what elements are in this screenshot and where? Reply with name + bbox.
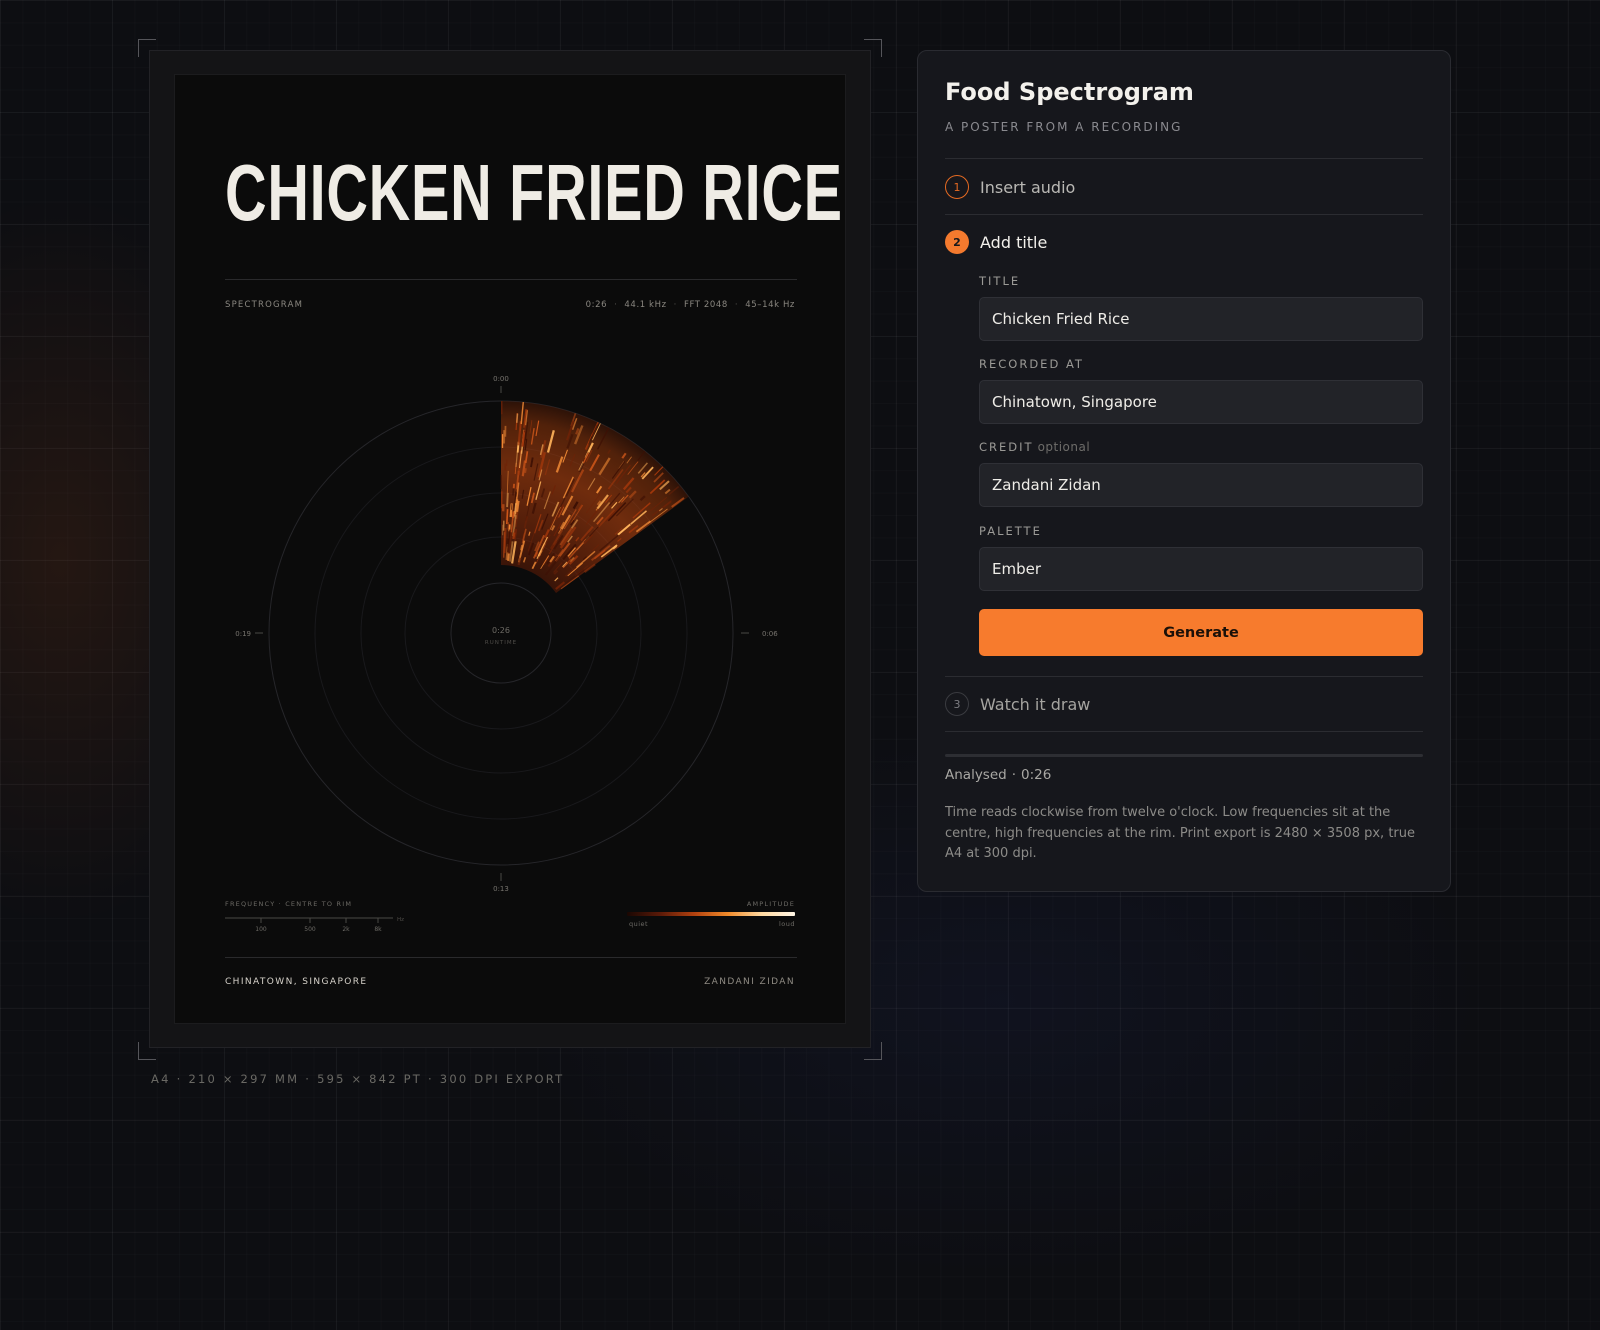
format-paper: A4 [151,1072,171,1086]
recorded-at-input[interactable] [979,380,1423,424]
spectrogram-streak [516,413,519,423]
analysed-label: Analysed [945,767,1007,783]
spectrogram-streak [506,538,509,547]
control-panel: Food Spectrogram A POSTER FROM A RECORDI… [917,50,1451,892]
amplitude-label: AMPLITUDE [746,900,795,908]
poster: CHICKEN FRIED RICE SPECTROGRAM 0:26 · 44.1… [174,74,846,1024]
generate-button[interactable]: Generate [979,609,1423,656]
optional-hint: optional [1037,440,1091,454]
crop-mark-bottom-left [138,1042,156,1060]
crop-mark-bottom-right [864,1042,882,1060]
spectrogram-streak [520,544,524,551]
spectrogram-streak [507,553,510,562]
title-field-label: TITLE [979,274,1021,288]
time-mark-right: 0:06 [762,630,778,638]
spectrogram-streak [509,532,512,540]
credit-field-label: CREDIT optional [979,440,1090,454]
frequency-tick-label: 2k [342,926,350,933]
draw-progress-track [945,754,1423,757]
crop-mark-top-left [138,39,156,57]
center-runtime-value: 0:26 [492,626,510,635]
palette-select[interactable] [979,547,1423,591]
spectrogram-streak [514,492,517,497]
step-label: Insert audio [980,177,1076,197]
panel-subtitle: A POSTER FROM A RECORDING [945,120,1183,134]
frequency-tick-label: 8k [374,926,382,933]
step-label: Add title [980,232,1048,252]
frequency-label: FREQUENCY · CENTRE TO RIM [225,900,353,908]
frequency-ticks: 100 500 2k 8k Hz [255,917,404,933]
amplitude-quiet-label: quiet [629,920,649,928]
spectrogram-streak [506,492,509,508]
step-number: 3 [945,692,969,716]
credit-label-text: CREDIT [979,440,1034,454]
frequency-tick-label: 100 [255,926,267,933]
format-mm: 210 × 297 MM [188,1072,300,1086]
panel-divider [945,158,1423,159]
time-mark-left: 0:19 [235,630,251,638]
spectrogram-wedge [500,401,689,594]
step-number: 1 [945,175,969,199]
panel-divider [945,731,1423,732]
amplitude-loud-label: loud [778,920,795,928]
format-dpi: 300 DPI EXPORT [439,1072,565,1086]
step-label: Watch it draw [980,694,1091,714]
spectrogram-streak [512,512,515,519]
panel-divider [945,676,1423,677]
step-insert-audio[interactable]: 1 Insert audio [945,175,1075,199]
poster-footer-rule [225,957,797,958]
spectrogram-streak [503,528,507,554]
time-mark-top: 0:00 [493,375,509,383]
spectrogram-streak [512,532,516,540]
spectrogram-streak [510,504,513,510]
spectrogram-streak [524,468,527,474]
amplitude-gradient-bar [627,912,795,916]
step-number: 2 [945,230,969,254]
panel-title: Food Spectrogram [945,78,1194,106]
poster-location: CHINATOWN, SINGAPORE [225,977,368,987]
center-runtime-label: RUNTIME [485,640,517,646]
poster-credit: ZANDANI ZIDAN [704,977,795,987]
panel-divider [945,214,1423,215]
analysed-time: 0:26 [1021,767,1052,783]
frequency-unit: Hz [397,917,404,923]
spectrogram-streak [505,509,509,525]
analysed-status: Analysed · 0:26 [945,767,1052,783]
format-pt: 595 × 842 PT [317,1072,422,1086]
palette-field-label: PALETTE [979,524,1042,538]
frequency-tick-label: 500 [304,926,316,933]
time-mark-bottom: 0:13 [493,885,509,893]
step-add-title[interactable]: 2 Add title [945,230,1047,254]
step-watch-it-draw[interactable]: 3 Watch it draw [945,692,1090,716]
format-note: A4 · 210 × 297 MM · 595 × 842 PT · 300 DPI EXP… [151,1072,565,1086]
crop-mark-top-right [864,39,882,57]
radial-spectrogram: 0:00 0:06 0:13 0:19 0:26 RUNTIME 100 500… [225,375,778,933]
credit-input[interactable] [979,463,1423,507]
title-input[interactable] [979,297,1423,341]
panel-note: Time reads clockwise from twelve o'clock… [945,805,1415,861]
recorded-at-field-label: RECORDED AT [979,357,1084,371]
